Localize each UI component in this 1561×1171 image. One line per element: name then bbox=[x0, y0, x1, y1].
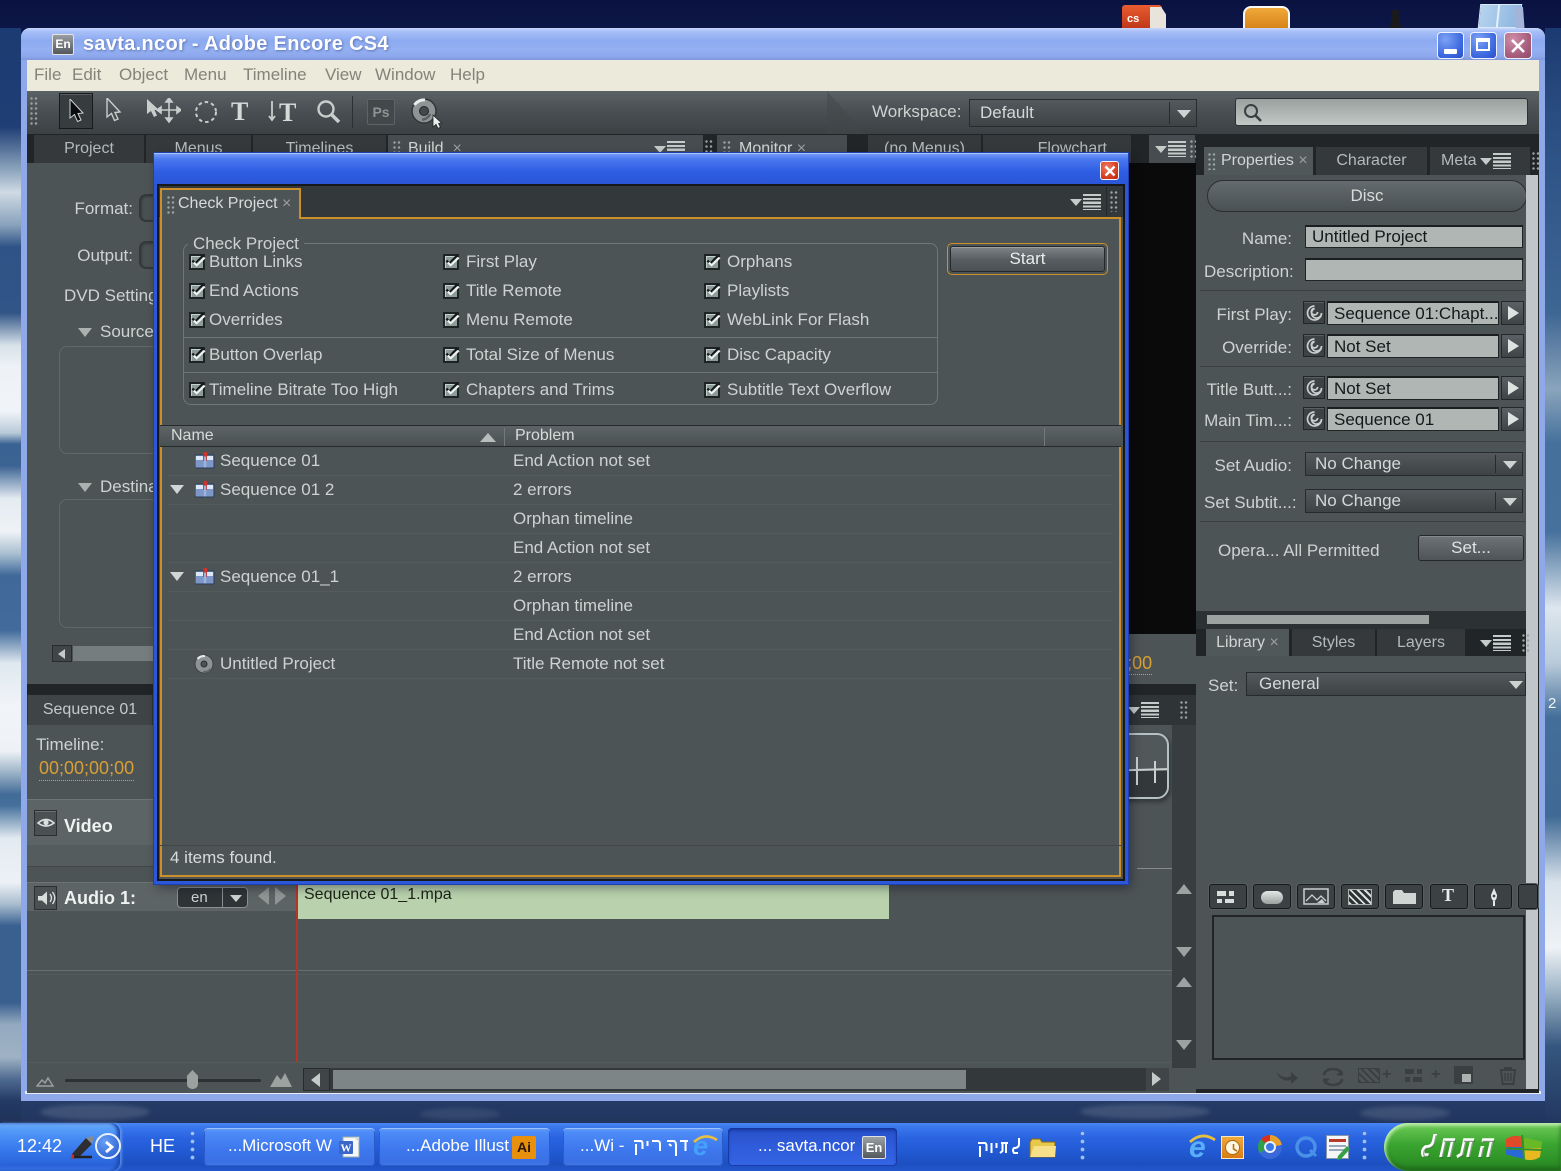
svg-text:W: W bbox=[341, 1143, 352, 1155]
svg-text:T: T bbox=[279, 99, 296, 125]
